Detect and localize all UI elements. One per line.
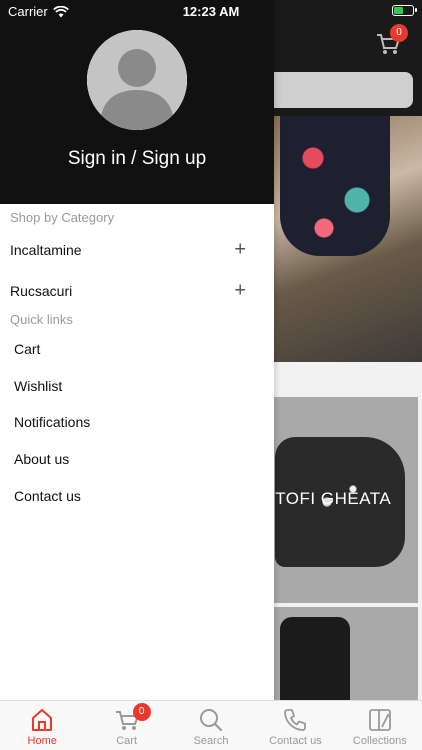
quick-link-about-us[interactable]: About us [0,441,274,478]
shop-by-category-heading: Shop by Category [10,210,115,225]
banner-skirt-graphic [280,116,390,256]
tab-cart[interactable]: 0 Cart [84,701,168,750]
boot-graphic-2 [280,617,350,702]
tab-label: Home [27,735,57,747]
cart-badge: 0 [132,703,151,721]
avatar[interactable] [87,30,187,130]
quick-link-wishlist[interactable]: Wishlist [0,368,274,405]
search-icon [200,709,223,732]
navigation-drawer: Sign in / Sign up Shop by Category Incal… [0,0,274,700]
category-card-2[interactable] [270,607,418,702]
sign-in-link[interactable]: Sign in / Sign up [0,148,274,170]
category-item-incaltamine[interactable]: Incaltamine + [0,229,274,270]
quick-link-contact-us[interactable]: Contact us [0,477,274,514]
quick-link-cart[interactable]: Cart [0,331,274,368]
bottom-tab-bar: Home 0 Cart Search Contact us Collection… [0,700,422,750]
tab-search[interactable]: Search [169,701,253,750]
phone-icon [284,709,307,731]
tab-label: Collections [352,735,407,747]
tab-label: Contact us [269,735,322,747]
quick-link-notifications[interactable]: Notifications [0,404,274,441]
tab-label: Cart [116,735,137,747]
tab-home[interactable]: Home [0,701,84,750]
drawer-header: Sign in / Sign up [0,0,274,204]
status-bar: Carrier 12:23 AM [0,0,422,22]
collections-icon [368,709,391,731]
banner-image[interactable] [268,116,422,362]
background-search-bar[interactable] [250,72,413,108]
clock: 12:23 AM [182,4,240,19]
header-cart-badge: 0 [390,24,408,42]
plus-icon[interactable]: + [234,279,246,302]
tab-contact-us[interactable]: Contact us [253,701,337,750]
category-item-rucsacuri[interactable]: Rucsacuri + [0,270,274,311]
tab-collections[interactable]: Collections [338,701,422,750]
tab-label: Search [193,735,229,747]
category-card-label: ITOFI GHEATA [270,489,392,508]
user-placeholder-icon [87,30,187,130]
home-icon [32,709,53,731]
category-label: Rucsacuri [10,282,73,299]
battery-icon [392,5,417,16]
quick-links-heading: Quick links [10,312,73,327]
plus-icon[interactable]: + [234,238,246,261]
category-label: Incaltamine [10,241,82,258]
category-card[interactable]: ITOFI GHEATA [270,397,418,603]
